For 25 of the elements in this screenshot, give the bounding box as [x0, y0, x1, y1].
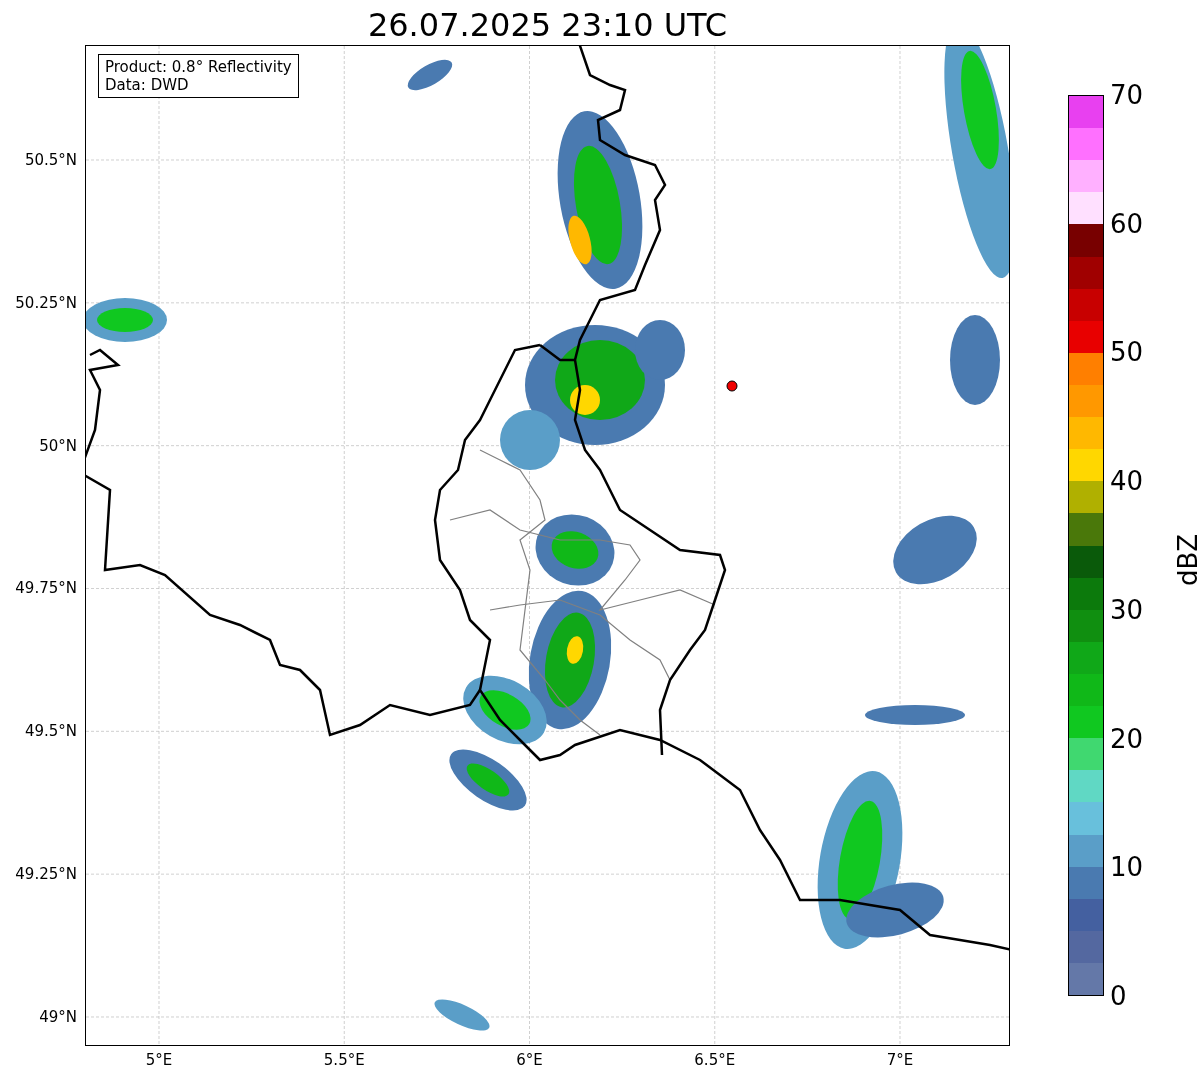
latitude-label: 49°N — [39, 1007, 77, 1026]
colorbar-tick-label: 30 — [1110, 594, 1144, 625]
colorbar-tick-label: 0 — [1110, 981, 1127, 1011]
colorbar-tick-label: 70 — [1110, 80, 1144, 110]
colorbar-tick-label: 10 — [1110, 852, 1144, 883]
longitude-label: 7°E — [886, 1051, 914, 1069]
location-marker — [726, 380, 738, 392]
longitude-label: 6.5°E — [694, 1051, 736, 1069]
latitude-label: 50°N — [39, 436, 77, 455]
latitude-label: 49.5°N — [24, 722, 77, 741]
longitude-label: 6°E — [516, 1051, 543, 1069]
colorbar-title: dBZ — [1173, 533, 1202, 587]
colorbar-tick-label: 20 — [1110, 723, 1144, 754]
latitude-label: 50.5°N — [24, 151, 77, 169]
info-text: Product: 0.8° Reflectivity — [105, 58, 292, 76]
info-text: Data: DWD — [105, 76, 190, 94]
longitude-label: 5.5°E — [323, 1051, 365, 1069]
latitude-label: 49.25°N — [15, 865, 77, 884]
colorbar-tick-label: 60 — [1110, 208, 1144, 239]
chart-title: 26.07.2025 23:10 UTC — [367, 5, 728, 45]
colorbar-tick-label: 40 — [1110, 466, 1144, 497]
latitude-label: 50.25°N — [15, 293, 77, 312]
latitude-label: 49.75°N — [15, 579, 77, 598]
longitude-label: 5°E — [145, 1051, 173, 1069]
colorbar-tick-label: 50 — [1110, 337, 1144, 368]
